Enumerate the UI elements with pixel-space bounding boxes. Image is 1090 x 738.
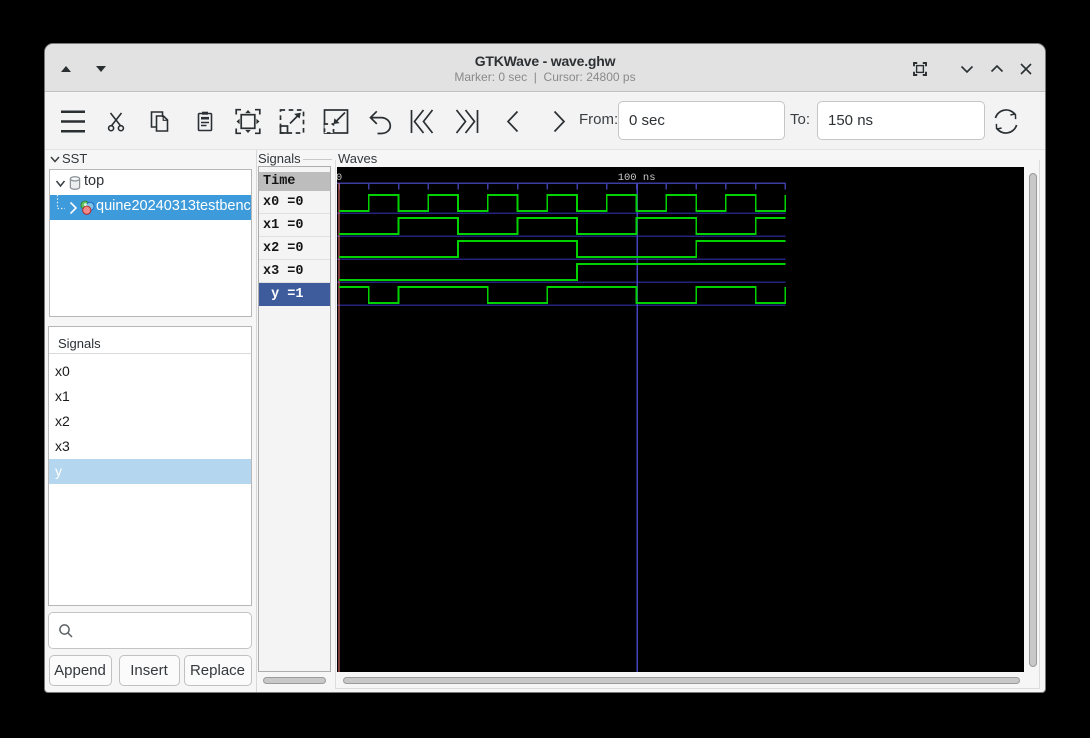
svg-text:0: 0 <box>337 172 342 184</box>
svg-text:100 ns: 100 ns <box>618 172 656 184</box>
